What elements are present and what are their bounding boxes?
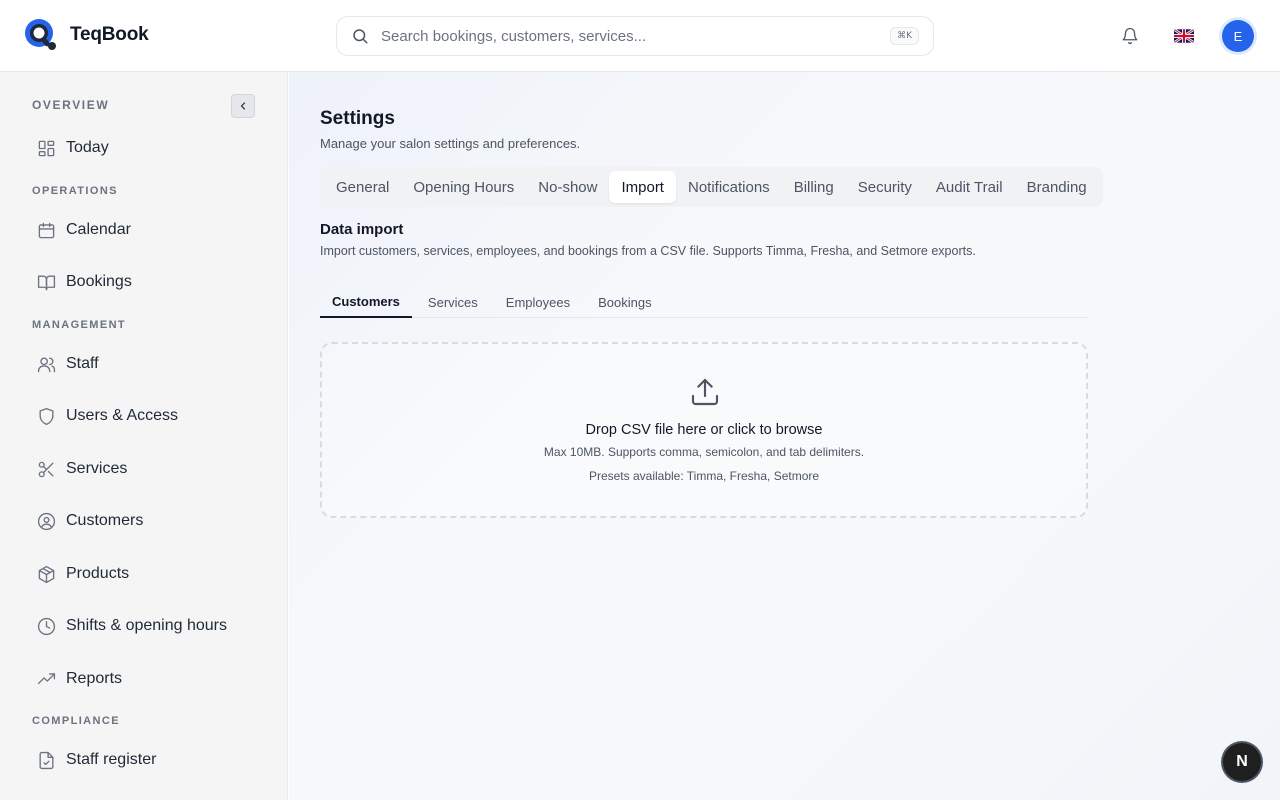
sidebar-collapse-button[interactable] [231, 94, 255, 118]
search-shortcut-badge: ⌘K [890, 27, 919, 45]
chevron-left-icon [240, 102, 246, 110]
sidebar-item-label: Customers [66, 512, 144, 529]
sidebar-item-label: Bookings [66, 273, 132, 290]
logo-mark-icon [24, 18, 58, 52]
sidebar-item-label: Shifts & opening hours [66, 617, 227, 634]
dashboard-icon [36, 138, 56, 158]
language-switcher[interactable] [1168, 20, 1200, 52]
tab-notifications[interactable]: Notifications [676, 171, 782, 203]
tab-branding[interactable]: Branding [1015, 171, 1099, 203]
tab-general[interactable]: General [324, 171, 401, 203]
dropzone-limits: Max 10MB. Supports comma, semicolon, and… [543, 445, 865, 459]
sidebar-item-label: Users & Access [66, 407, 179, 424]
tab-no-show[interactable]: No-show [526, 171, 609, 203]
import-section-description: Import customers, services, employees, a… [320, 244, 976, 258]
sidebar-item-label: Today [66, 139, 109, 156]
uk-flag-icon [1174, 29, 1194, 43]
search-input[interactable] [381, 27, 891, 45]
section-label-operations: OPERATIONS [32, 185, 118, 197]
tab-audit-trail[interactable]: Audit Trail [924, 171, 1015, 203]
global-search[interactable]: ⌘K [336, 16, 934, 56]
dropzone-title: Drop CSV file here or click to browse [585, 422, 823, 438]
upload-icon [689, 376, 721, 408]
sidebar-item-label: Products [66, 565, 130, 582]
sidebar-item-services[interactable]: Services [36, 455, 127, 483]
book-icon [36, 272, 56, 292]
sidebar-item-label: Calendar [66, 221, 131, 238]
app-logo[interactable]: TeqBook [24, 18, 149, 52]
sidebar-item-reports[interactable]: Reports [36, 665, 122, 693]
shield-icon [36, 406, 56, 426]
sidebar-item-staff-register[interactable]: Staff register [36, 746, 156, 774]
tab-import[interactable]: Import [609, 171, 676, 203]
sidebar-item-calendar[interactable]: Calendar [36, 216, 131, 244]
sidebar-item-shifts[interactable]: Shifts & opening hours [36, 612, 227, 640]
dev-tools-button[interactable]: N [1223, 743, 1261, 781]
package-icon [36, 564, 56, 584]
subtab-employees[interactable]: Employees [494, 286, 582, 318]
tab-opening-hours[interactable]: Opening Hours [401, 171, 526, 203]
sidebar-item-label: Staff [66, 355, 99, 372]
header-actions: E [1114, 20, 1254, 52]
tab-security[interactable]: Security [846, 171, 924, 203]
top-header: TeqBook ⌘K E [0, 0, 1280, 72]
section-label-compliance: COMPLIANCE [32, 715, 120, 727]
sidebar-item-label: Staff register [66, 751, 157, 768]
sidebar-item-users-access[interactable]: Users & Access [36, 402, 178, 430]
trending-up-icon [36, 669, 56, 689]
bell-icon [1122, 27, 1138, 45]
subtab-bookings[interactable]: Bookings [586, 286, 663, 318]
subtab-customers[interactable]: Customers [320, 286, 412, 318]
calendar-icon [36, 220, 56, 240]
sidebar-item-products[interactable]: Products [36, 560, 129, 588]
import-type-tabs: Customers Services Employees Bookings [320, 286, 1088, 318]
clock-icon [36, 616, 56, 636]
sidebar-item-bookings[interactable]: Bookings [36, 268, 132, 296]
search-icon [351, 27, 369, 45]
app-name: TeqBook [70, 24, 149, 45]
sidebar-item-today[interactable]: Today [36, 134, 109, 162]
sidebar-item-label: Reports [66, 670, 123, 687]
sidebar-item-label: Services [66, 460, 128, 477]
dropzone-presets: Presets available: Timma, Fresha, Setmor… [588, 469, 820, 483]
user-circle-icon [36, 511, 56, 531]
sidebar-item-staff[interactable]: Staff [36, 350, 99, 378]
notifications-button[interactable] [1114, 20, 1146, 52]
main-content: Settings Manage your salon settings and … [289, 72, 1280, 800]
users-icon [36, 354, 56, 374]
page-title: Settings [320, 108, 395, 129]
settings-tabs: General Opening Hours No-show Import Not… [320, 167, 1103, 207]
csv-dropzone[interactable]: Drop CSV file here or click to browse Ma… [320, 342, 1088, 518]
file-check-icon [36, 750, 56, 770]
section-label-management: MANAGEMENT [32, 319, 127, 331]
subtab-services[interactable]: Services [416, 286, 490, 318]
tab-billing[interactable]: Billing [782, 171, 846, 203]
section-label-overview: OVERVIEW [32, 98, 110, 112]
scissors-icon [36, 459, 56, 479]
sidebar: OVERVIEW Today OPERATIONS Calendar Booki… [0, 72, 288, 800]
user-avatar[interactable]: E [1222, 20, 1254, 52]
page-subtitle: Manage your salon settings and preferenc… [320, 136, 581, 151]
sidebar-item-customers[interactable]: Customers [36, 507, 143, 535]
import-section-title: Data import [320, 221, 404, 238]
